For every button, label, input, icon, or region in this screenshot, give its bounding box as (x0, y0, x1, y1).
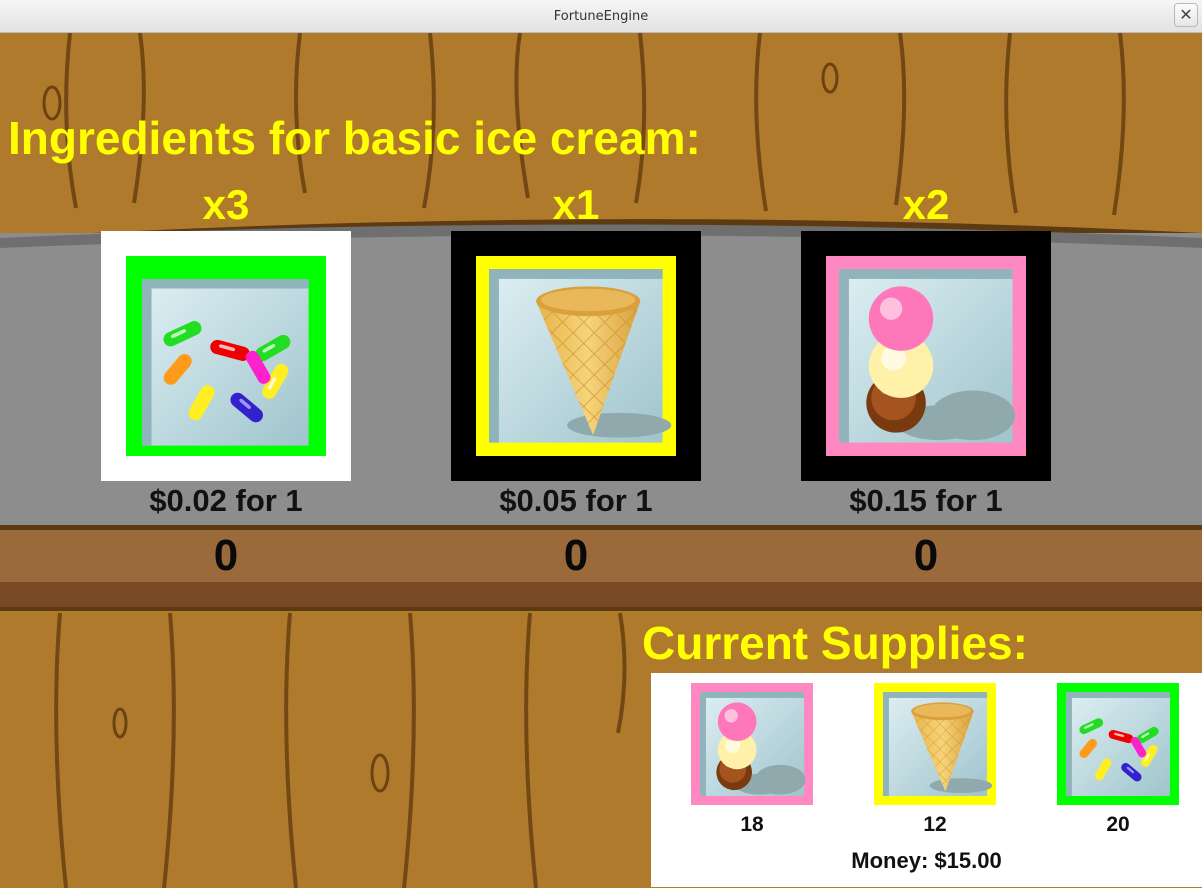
supplies-cone-tile (874, 683, 996, 805)
cone-buy-tile[interactable] (451, 231, 701, 481)
sprinkles-quantity[interactable]: 0 (101, 531, 351, 581)
cone-price: $0.05 for 1 (499, 483, 653, 518)
supplies-sprinkles-tile (1057, 683, 1179, 805)
window-title: FortuneEngine (553, 8, 649, 24)
ingredients-heading: Ingredients for basic ice cream: (8, 112, 701, 164)
sprinkles-price: $0.02 for 1 (149, 483, 303, 518)
scoops-icon (691, 683, 813, 805)
supplies-scoops-count: 18 (740, 813, 764, 836)
scoops-quantity[interactable]: 0 (801, 531, 1051, 581)
supplies-panel: 18 12 20 Money: $15.00 (651, 673, 1202, 887)
cone-icon (874, 683, 996, 805)
sprinkles-icon (1057, 683, 1179, 805)
money-display: Money: $15.00 (851, 848, 1002, 873)
supplies-sprinkles-count: 20 (1106, 813, 1130, 836)
sprinkles-buy-tile[interactable] (101, 231, 351, 481)
scoops-buy-tile[interactable] (801, 231, 1051, 481)
close-button[interactable]: ✕ (1174, 3, 1198, 27)
cone-multiplier: x1 (552, 181, 600, 228)
supplies-heading: Current Supplies: (642, 617, 1028, 669)
game-canvas: Ingredients for basic ice cream: x3 x1 x… (0, 33, 1202, 888)
sprinkles-multiplier: x3 (202, 181, 250, 228)
cone-icon (451, 231, 701, 481)
scoops-icon (801, 231, 1051, 481)
cone-quantity[interactable]: 0 (451, 531, 701, 581)
close-icon: ✕ (1179, 7, 1193, 24)
supplies-scoops-tile (691, 683, 813, 805)
game-window: FortuneEngine ✕ Ingredients for basic ic… (0, 0, 1202, 888)
title-bar: FortuneEngine ✕ (0, 0, 1202, 33)
scoops-price: $0.15 for 1 (849, 483, 1003, 518)
scoops-multiplier: x2 (902, 181, 950, 228)
sprinkles-icon (101, 231, 351, 481)
supplies-cone-count: 12 (923, 813, 947, 836)
